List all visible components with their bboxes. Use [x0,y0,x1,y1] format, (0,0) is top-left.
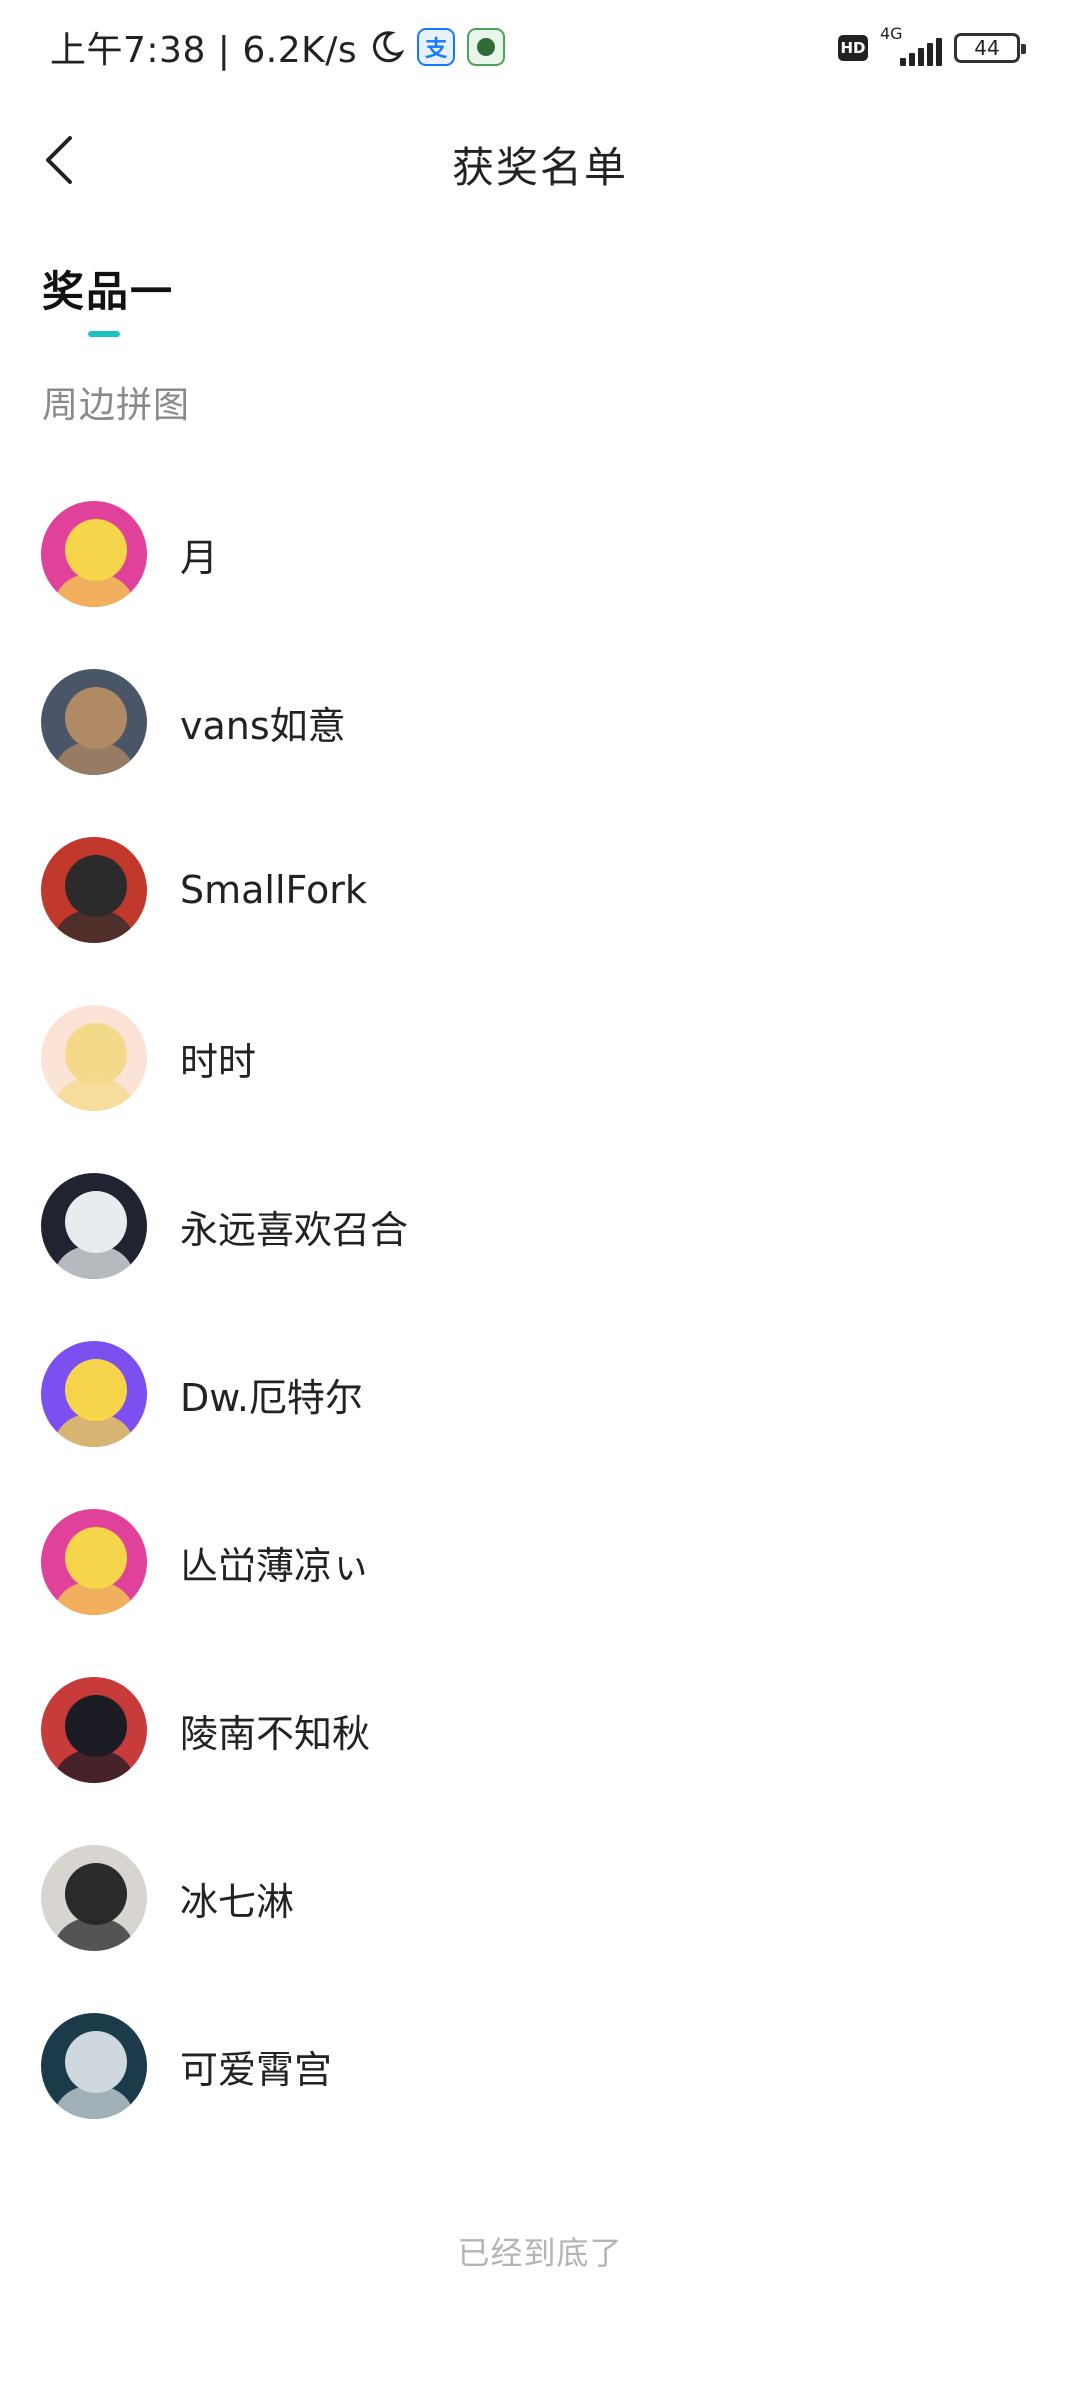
avatar-figure [65,1191,127,1253]
winner-row[interactable]: Dw.厄特尔 [0,1310,1080,1478]
avatar-figure [65,519,127,581]
winner-name: 可爱霄宫 [180,2047,333,2092]
avatar-body [55,1749,133,1783]
avatar-figure [65,1527,127,1589]
winner-name: 亾峃薄凉ぃ [180,1543,371,1588]
winner-row[interactable]: 冰七淋 [0,1814,1080,1982]
winner-name: Dw.厄特尔 [180,1375,363,1420]
winner-row[interactable]: 永远喜欢召合 [0,1142,1080,1310]
avatar-body [55,1245,133,1279]
winner-name: 永远喜欢召合 [180,1207,409,1252]
winner-name: 月 [180,535,219,580]
nav-bar: 获奖名单 [0,110,1080,220]
avatar[interactable] [41,501,147,607]
prize-name: 周边拼图 [42,385,191,426]
avatar-body [55,1413,133,1447]
avatar-body [55,909,133,943]
battery-icon: 44 [954,33,1026,63]
avatar-body [55,2085,133,2119]
avatar-figure [65,2031,127,2093]
avatar-figure [65,855,127,917]
list-end-text: 已经到底了 [457,2234,623,2272]
signal-icon [900,38,942,66]
status-right: HD 4G 44 [838,24,1026,70]
avatar-body [55,1917,133,1951]
status-time: 上午7:38 | 6.2K/s [50,30,358,71]
winner-row[interactable]: SmallFork [0,806,1080,974]
winner-row[interactable]: vans如意 [0,638,1080,806]
winner-row[interactable]: 陵南不知秋 [0,1646,1080,1814]
avatar-body [55,741,133,775]
avatar-body [55,1581,133,1615]
avatar-figure [65,1023,127,1085]
avatar[interactable] [41,1005,147,1111]
winner-name: 冰七淋 [180,1879,295,1924]
winner-row[interactable]: 亾峃薄凉ぃ [0,1478,1080,1646]
hd-icon: HD [838,35,868,61]
winner-name: SmallFork [180,868,367,912]
avatar-figure [65,1863,127,1925]
game-app-icon [467,28,506,66]
avatar-figure [65,687,127,749]
winner-row[interactable]: 时时 [0,974,1080,1142]
battery-level: 44 [974,36,1000,60]
tab-label: 奖品一 [42,267,175,316]
avatar[interactable] [41,1341,147,1447]
status-bar: 上午7:38 | 6.2K/s 支 HD 4G 44 [0,0,1080,96]
winner-row[interactable]: 月 [0,470,1080,638]
winner-name: vans如意 [180,703,346,748]
avatar-figure [65,1359,127,1421]
winner-name: 时时 [180,1039,257,1084]
status-left: 上午7:38 | 6.2K/s 支 [50,22,506,72]
page-title: 获奖名单 [451,143,628,192]
avatar[interactable] [41,1677,147,1783]
signal-group: 4G [880,24,942,68]
moon-icon [369,29,405,65]
avatar-figure [65,1695,127,1757]
alipay-icon: 支 [417,28,456,66]
avatar-body [55,1077,133,1111]
winner-name: 陵南不知秋 [180,1711,371,1756]
avatar[interactable] [41,2013,147,2119]
avatar-body [55,573,133,607]
winners-list: 月 vans如意 SmallFork 时时 永远喜欢召合 Dw.厄特尔 亾峃薄凉… [0,470,1080,2150]
avatar[interactable] [41,669,147,775]
tab-prize-one[interactable]: 奖品一 [42,258,174,337]
avatar[interactable] [41,1173,147,1279]
avatar[interactable] [41,1509,147,1615]
winner-row[interactable]: 可爱霄宫 [0,1982,1080,2150]
avatar[interactable] [41,837,147,943]
tab-active-indicator [88,331,120,337]
avatar[interactable] [41,1845,147,1951]
